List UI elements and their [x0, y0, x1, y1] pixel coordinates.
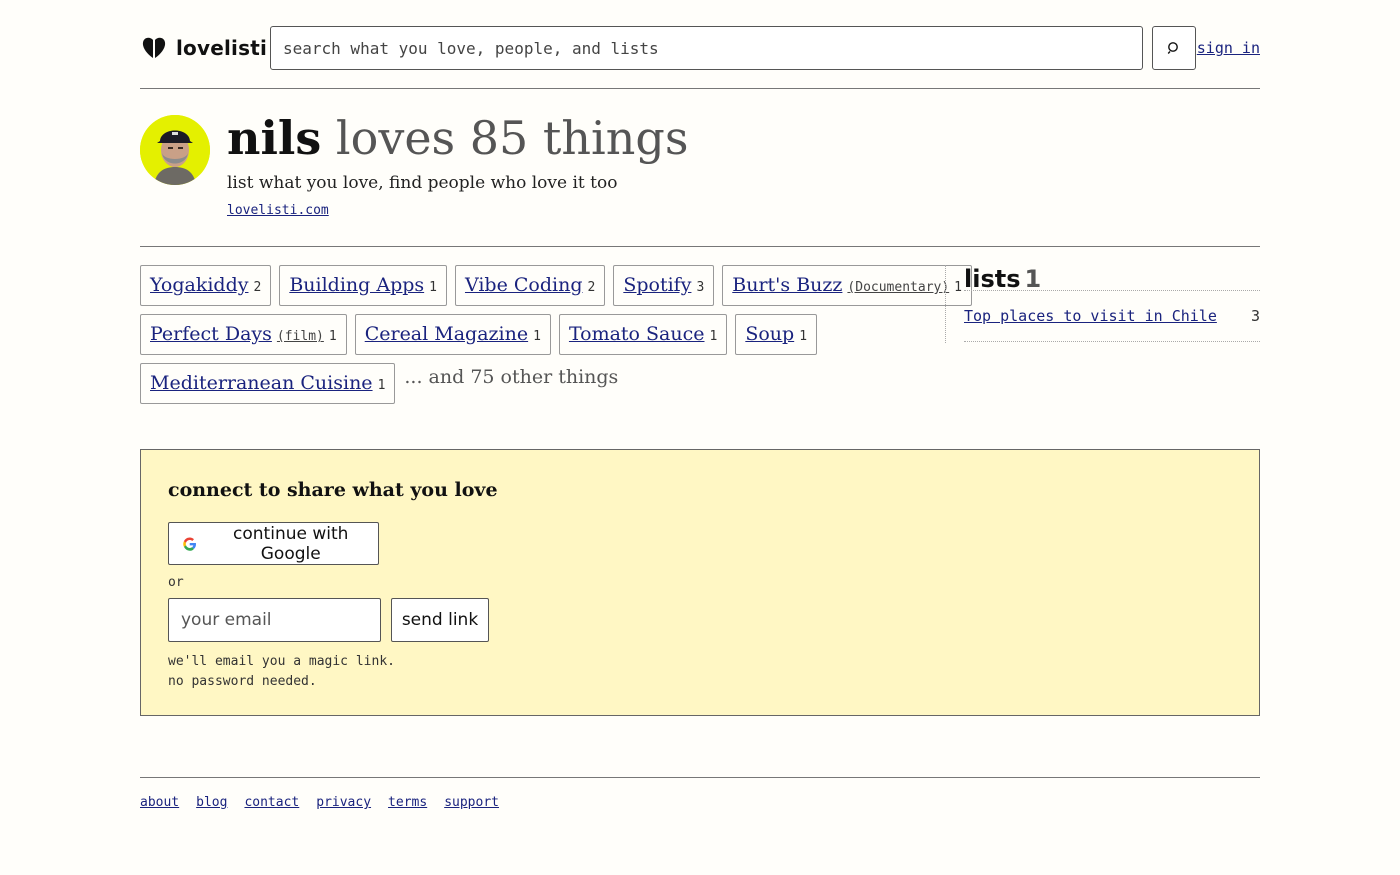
thing-chip[interactable]: Vibe Coding 2: [454, 265, 606, 306]
footer-link-blog[interactable]: blog: [196, 795, 227, 810]
list-link[interactable]: Top places to visit in Chile: [964, 307, 1217, 325]
search-button[interactable]: [1152, 26, 1196, 70]
heart-logo-icon: [142, 37, 166, 58]
avatar-photo-icon: [140, 115, 210, 185]
thing-chip[interactable]: Mediterranean Cuisine 1: [140, 363, 396, 404]
thing-label[interactable]: Building Apps: [289, 266, 424, 305]
thing-chip[interactable]: Spotify 3: [613, 265, 715, 306]
thing-count: 3: [696, 280, 705, 295]
thing-chip[interactable]: Yogakiddy 2: [140, 265, 272, 306]
thing-label[interactable]: Yogakiddy: [150, 266, 248, 305]
list-item: Top places to visit in Chile 3: [964, 307, 1260, 325]
lists-panel: lists 1 Top places to visit in Chile 3: [945, 265, 1260, 343]
thing-count: 2: [587, 280, 596, 295]
thing-count: 1: [709, 329, 718, 344]
profile-site-link[interactable]: lovelisti.com: [227, 203, 329, 218]
things-row-1: Yogakiddy 2 Building Apps 1 Vibe Coding …: [140, 265, 972, 306]
footer-link-about[interactable]: about: [140, 795, 179, 810]
lists-divider: [964, 341, 1260, 342]
thing-label[interactable]: Perfect Days: [150, 315, 272, 354]
thing-chip[interactable]: Perfect Days (film) 1: [140, 314, 347, 355]
google-signin-button[interactable]: continue with Google: [168, 522, 379, 565]
things-list: Yogakiddy 2 Building Apps 1 Vibe Coding …: [140, 265, 972, 412]
header-divider: [140, 88, 1260, 89]
footer-link-terms[interactable]: terms: [388, 795, 427, 810]
header: lovelisti sign in: [140, 26, 1260, 70]
lists-heading: lists 1: [964, 265, 1041, 293]
profile-tagline: list what you love, find people who love…: [227, 173, 618, 193]
footer-link-support[interactable]: support: [444, 795, 499, 810]
more-things-text: ... and 75 other things: [404, 365, 619, 388]
search-input[interactable]: [270, 26, 1143, 70]
profile-loves-count: loves 85 things: [335, 111, 689, 165]
thing-label[interactable]: Mediterranean Cuisine: [150, 364, 373, 403]
email-field[interactable]: [168, 598, 381, 642]
profile-divider: [140, 246, 1260, 247]
thing-count: 1: [799, 329, 808, 344]
thing-chip[interactable]: Cereal Magazine 1: [354, 314, 551, 355]
google-button-label: continue with Google: [233, 523, 349, 564]
footer-divider: [140, 777, 1260, 778]
lists-heading-label: lists: [964, 265, 1021, 293]
things-row-3: Mediterranean Cuisine 1 ... and 75 other…: [140, 363, 900, 404]
thing-count: 1: [533, 329, 541, 344]
send-link-button[interactable]: send link: [391, 598, 489, 642]
connect-panel: connect to share what you love continue …: [140, 449, 1260, 716]
google-icon: [183, 537, 197, 551]
avatar: [140, 115, 210, 185]
logo[interactable]: lovelisti: [142, 36, 267, 60]
thing-chip[interactable]: Soup 1: [735, 314, 818, 355]
brand-name: lovelisti: [176, 36, 268, 60]
thing-label[interactable]: Soup: [745, 315, 794, 354]
thing-chip[interactable]: Burt's Buzz (Documentary) 1: [722, 265, 972, 306]
thing-label[interactable]: Tomato Sauce: [569, 315, 705, 354]
thing-count: 1: [328, 329, 337, 344]
thing-category[interactable]: (Documentary): [847, 268, 949, 307]
thing-count: 2: [253, 280, 262, 295]
thing-count: 1: [377, 378, 386, 393]
sign-in-link[interactable]: sign in: [1197, 39, 1260, 57]
profile-name: nils: [227, 111, 322, 165]
thing-label[interactable]: Vibe Coding: [465, 266, 583, 305]
lists-count: 1: [1024, 265, 1042, 293]
footer-link-contact[interactable]: contact: [244, 795, 299, 810]
thing-chip[interactable]: Tomato Sauce 1: [558, 314, 728, 355]
thing-label[interactable]: Burt's Buzz: [732, 266, 842, 305]
lists-divider: [964, 290, 1260, 291]
list-item-count: 3: [1250, 307, 1260, 325]
connect-title: connect to share what you love: [168, 479, 498, 501]
thing-label[interactable]: Cereal Magazine: [365, 315, 528, 354]
footer-link-privacy[interactable]: privacy: [316, 795, 371, 810]
thing-category[interactable]: (film): [277, 317, 324, 356]
thing-label[interactable]: Spotify: [623, 266, 691, 305]
thing-count: 1: [429, 280, 437, 295]
footer: about blog contact privacy terms support: [140, 795, 516, 810]
thing-chip[interactable]: Building Apps 1: [279, 265, 447, 306]
magic-link-hint: we'll email you a magic link. no passwor…: [168, 652, 395, 692]
things-row-2: Perfect Days (film) 1 Cereal Magazine 1 …: [140, 314, 900, 355]
page-title: nils loves 85 things: [227, 106, 688, 170]
or-separator: or: [168, 575, 184, 590]
search-icon: [1167, 42, 1178, 54]
hint-line: no password needed.: [168, 674, 317, 689]
hint-line: we'll email you a magic link.: [168, 654, 395, 669]
